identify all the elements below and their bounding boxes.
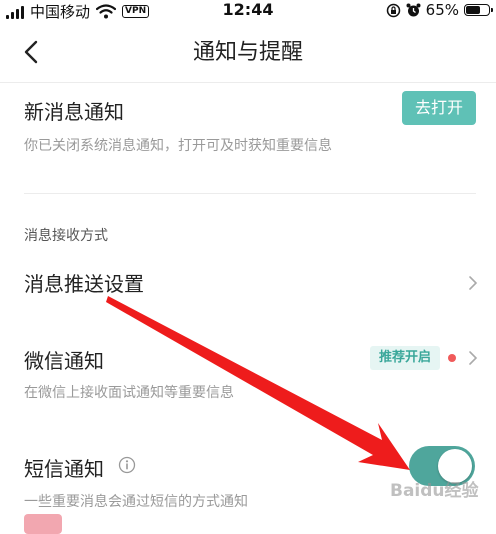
- battery-fill: [466, 6, 480, 14]
- recommend-badge: 推荐开启: [370, 346, 440, 370]
- status-right: 65%: [386, 1, 493, 19]
- new-message-title: 新消息通知: [24, 100, 124, 124]
- alarm-icon: [406, 3, 421, 16]
- page-title: 通知与提醒: [192, 40, 303, 65]
- partial-pink-icon: [24, 514, 62, 534]
- battery-icon: [464, 4, 493, 16]
- status-bar: 中国移动 VPN 12:44 65%: [0, 0, 496, 22]
- section-divider: [24, 193, 476, 194]
- push-settings-title: 消息推送设置: [24, 272, 144, 296]
- sms-title: 短信通知: [24, 457, 104, 481]
- unread-dot: [448, 354, 456, 362]
- wechat-title: 微信通知: [24, 349, 104, 373]
- sms-description: 一些重要消息会通过短信的方式通知: [24, 494, 248, 510]
- new-message-description: 你已关闭系统消息通知，打开可及时获知重要信息: [24, 138, 332, 154]
- info-icon[interactable]: [118, 456, 136, 474]
- open-notifications-button[interactable]: 去打开: [402, 91, 476, 125]
- chevron-right-icon: [469, 276, 478, 290]
- watermark: Baidu经验: [390, 481, 479, 501]
- nav-bar: 通知与提醒: [0, 22, 496, 83]
- chevron-right-icon: [469, 351, 478, 365]
- wechat-description: 在微信上接收面试通知等重要信息: [24, 385, 234, 401]
- battery-percent: 65%: [425, 1, 459, 19]
- section-label: 消息接收方式: [24, 228, 108, 244]
- rotation-lock-icon: [386, 3, 400, 17]
